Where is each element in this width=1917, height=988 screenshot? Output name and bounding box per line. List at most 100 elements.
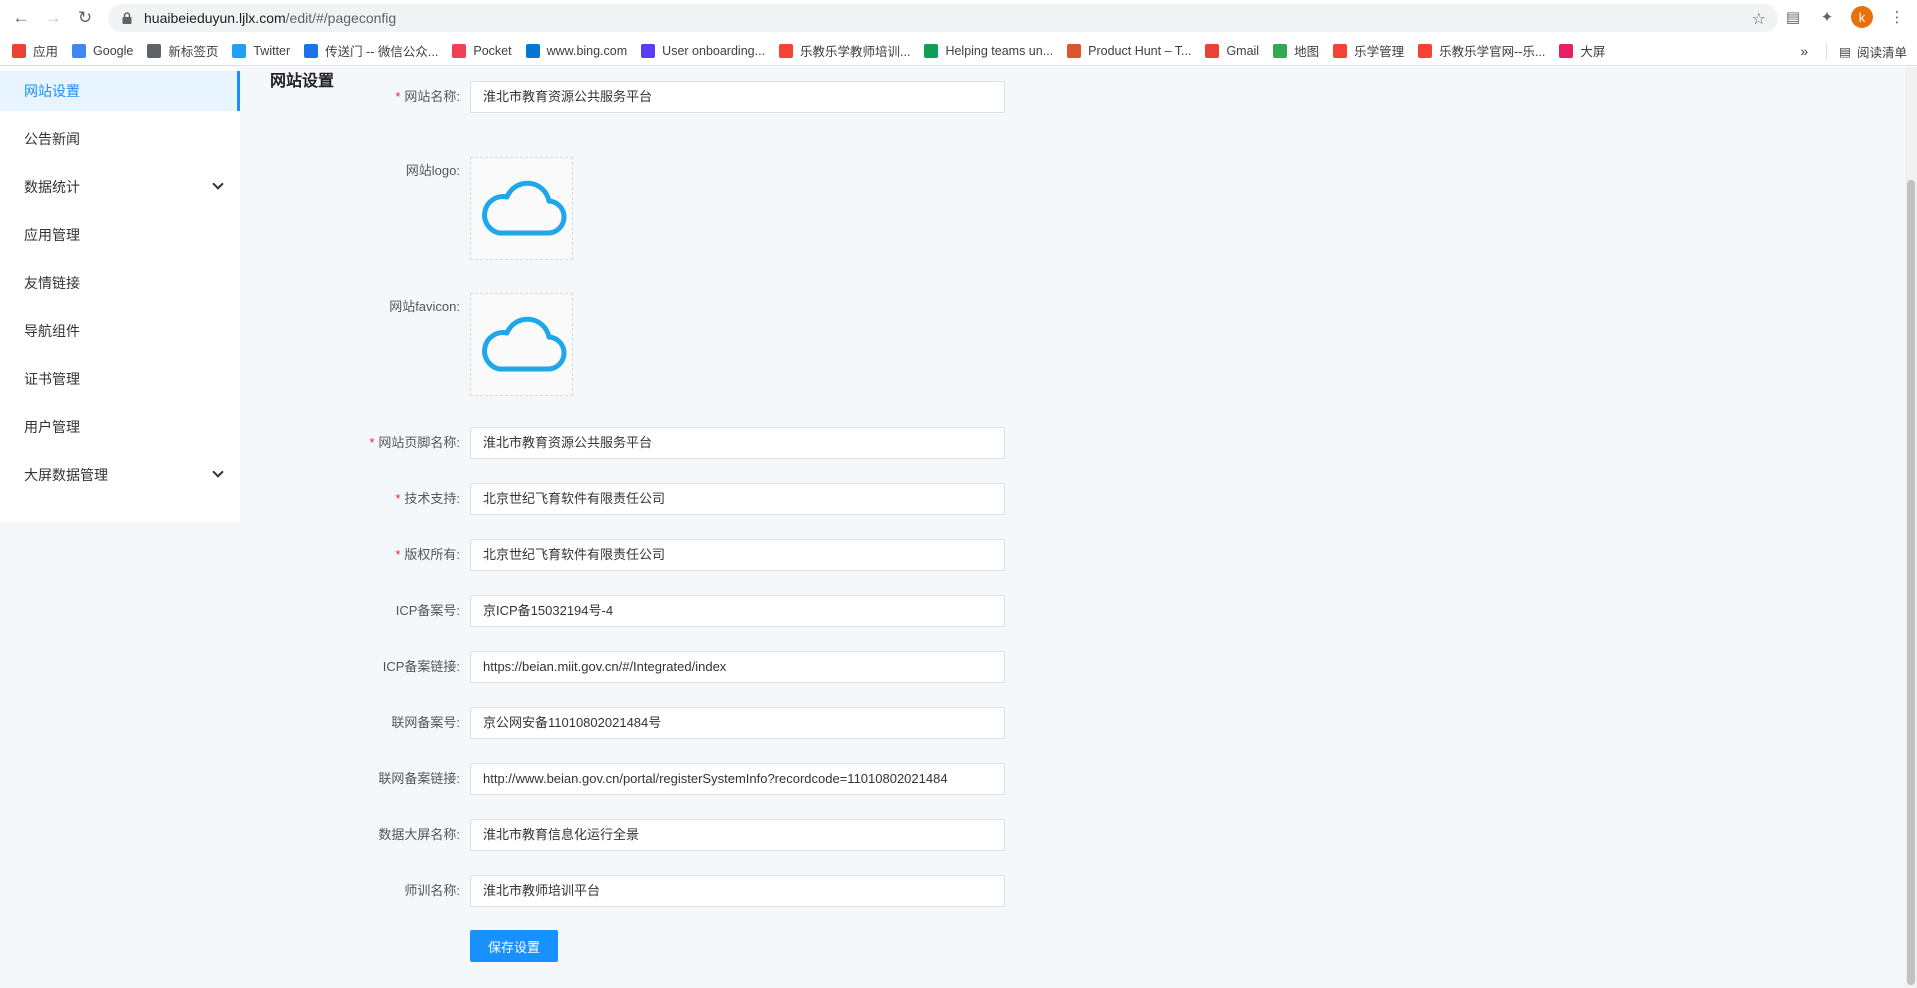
bookmark-label: www.bing.com [546,43,628,58]
sidebar-item[interactable]: 网站设置 [0,71,240,111]
field-label: 网站favicon: [290,291,460,323]
sidebar-item[interactable]: 应用管理 [0,215,240,255]
back-icon[interactable]: ← [10,7,32,29]
text-field[interactable]: 北京世纪飞育软件有限责任公司 [470,483,1005,515]
field-label: * 网站名称: [290,81,460,113]
bookmark-label: 传送门 -- 微信公众... [325,45,439,59]
bookmark-item[interactable]: Helping teams un... [924,43,1054,58]
profile-avatar[interactable]: k [1851,6,1873,28]
toolbar-actions: ▤ ✦ k ⋮ [1783,6,1907,28]
image-upload[interactable] [470,157,573,260]
address-bar[interactable]: huaibeieduyun.ljlx.com/edit/#/pageconfig… [108,4,1778,32]
more-bookmarks-icon[interactable]: » [1800,43,1808,59]
field-label: 数据大屏名称: [290,819,460,851]
sidebar-item[interactable]: 导航组件 [0,311,240,351]
url-text: huaibeieduyun.ljlx.com/edit/#/pageconfig [144,10,396,26]
bookmark-item[interactable]: User onboarding... [641,43,765,58]
menu-icon[interactable]: ⋮ [1887,7,1907,27]
field-label-text: 师训名称: [404,883,460,898]
sidebar-item-label: 应用管理 [24,227,80,243]
sidebar-item[interactable]: 友情链接 [0,263,240,303]
field-label: 联网备案号: [290,707,460,739]
sidebar-item[interactable]: 大屏数据管理 [0,455,240,495]
text-field[interactable]: http://www.beian.gov.cn/portal/registerS… [470,763,1005,795]
bookmark-label: 新标签页 [168,45,219,59]
bookmark-label: 地图 [1294,45,1320,59]
bookmark-favicon-icon [147,43,162,58]
browser-toolbar: ← → ↻ huaibeieduyun.ljlx.com/edit/#/page… [0,0,1917,36]
bookmark-star-icon[interactable]: ☆ [1752,9,1766,29]
sidebar-item[interactable]: 证书管理 [0,359,240,399]
required-marker: * [369,435,375,450]
forward-icon[interactable]: → [42,7,64,29]
bookmark-favicon-icon [232,43,247,58]
bookmark-favicon-icon [779,43,794,58]
text-field[interactable]: 淮北市教育信息化运行全景 [470,819,1005,851]
text-field[interactable]: 北京世纪飞育软件有限责任公司 [470,539,1005,571]
reading-list-label[interactable]: 阅读清单 [1857,42,1907,61]
bookmark-item[interactable]: 应用 [12,41,58,60]
text-field[interactable]: 京公网安备11010802021484号 [470,707,1005,739]
bookmark-favicon-icon [1273,43,1288,58]
image-upload[interactable] [470,293,573,396]
chevron-down-icon [212,178,224,190]
field-label-text: 联网备案链接: [378,771,460,786]
bookmark-item[interactable]: Twitter [232,43,290,58]
bookmark-label: Pocket [473,43,512,58]
bookmark-favicon-icon [1067,43,1082,58]
bookmark-item[interactable]: Pocket [452,43,512,58]
reload-icon[interactable]: ↻ [74,7,96,29]
field-label: ICP备案链接: [290,651,460,683]
bookmark-item[interactable]: 乐学管理 [1333,41,1404,60]
sidebar-item-label: 网站设置 [24,83,80,99]
sidebar-item[interactable]: 公告新闻 [0,119,240,159]
sidebar-item-label: 公告新闻 [24,131,80,147]
bookmark-item[interactable]: Product Hunt – T... [1067,43,1191,58]
url-path: /edit/#/pageconfig [285,10,397,26]
bookmark-item[interactable]: 新标签页 [147,41,218,60]
bookmark-item[interactable]: Gmail [1205,43,1260,58]
bookmark-item[interactable]: Google [72,43,134,58]
bookmark-label: 大屏 [1580,45,1606,59]
scrollbar[interactable] [1905,67,1917,988]
field-label: * 版权所有: [290,539,460,571]
sidebar-item-label: 大屏数据管理 [24,467,108,483]
sidebar-item-label: 导航组件 [24,323,80,339]
text-field[interactable]: 京ICP备15032194号-4 [470,595,1005,627]
bookmark-label: Gmail [1226,43,1260,58]
sidebar-item-label: 友情链接 [24,275,80,291]
bookmark-label: Google [93,43,134,58]
bookmark-item[interactable]: 乐教乐学教师培训... [779,41,910,60]
scrollbar-thumb[interactable] [1907,180,1915,985]
text-field[interactable]: 淮北市教育资源公共服务平台 [470,427,1005,459]
reading-list-icon: ▤ [1839,44,1851,59]
sidebar-item[interactable]: 用户管理 [0,407,240,447]
field-label-text: 网站favicon: [389,299,460,314]
field-label-text: 数据大屏名称: [378,827,460,842]
text-field[interactable]: 淮北市教师培训平台 [470,875,1005,907]
sidebar-item[interactable]: 数据统计 [0,167,240,207]
field-label-text: 网站页脚名称: [378,435,460,450]
cast-icon[interactable]: ▤ [1783,7,1803,27]
bookmark-favicon-icon [12,43,26,58]
field-label-text: 版权所有: [404,547,460,562]
bookmark-item[interactable]: 乐教乐学官网--乐... [1418,41,1545,60]
bookmark-item[interactable]: 大屏 [1559,41,1605,60]
bookmark-item[interactable]: 传送门 -- 微信公众... [304,41,438,60]
text-field[interactable]: 淮北市教育资源公共服务平台 [470,81,1005,113]
cloud-icon [481,180,566,236]
save-button[interactable]: 保存设置 [470,930,558,962]
bookmark-label: Helping teams un... [945,43,1054,58]
text-field[interactable]: https://beian.miit.gov.cn/#/Integrated/i… [470,651,1005,683]
bookmark-favicon-icon [924,43,939,58]
required-marker: * [395,491,401,506]
bookmark-item[interactable]: www.bing.com [525,43,628,58]
extensions-icon[interactable]: ✦ [1817,7,1837,27]
app-container: 网站设置公告新闻数据统计应用管理友情链接导航组件证书管理用户管理大屏数据管理 网… [0,67,1917,988]
sidebar-item-label: 证书管理 [24,371,80,387]
bookmarks-bar: 应用 Google 新标签页 Twitter 传送门 -- 微信公众... Pocket w… [0,36,1917,66]
field-label-text: 联网备案号: [391,715,460,730]
bookmark-favicon-icon [1418,43,1433,58]
bookmark-item[interactable]: 地图 [1273,41,1319,60]
field-label-text: ICP备案号: [395,603,460,618]
